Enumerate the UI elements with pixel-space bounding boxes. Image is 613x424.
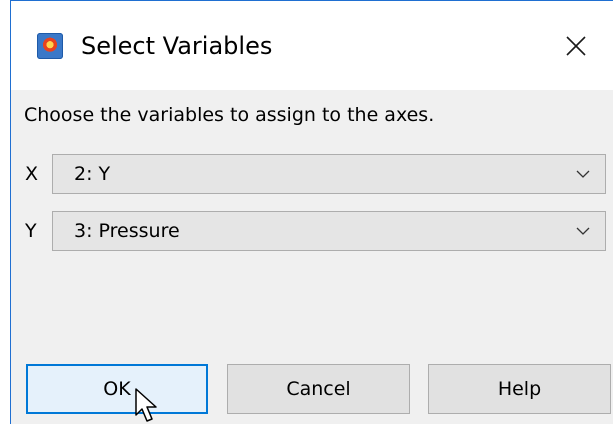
page: Select Variables Choose the variables to… [0,0,613,424]
close-button[interactable] [559,29,593,63]
ok-button[interactable]: OK [26,364,208,414]
close-icon [566,36,586,56]
instruction-text: Choose the variables to assign to the ax… [24,104,435,126]
title-bar[interactable]: Select Variables [11,1,613,90]
chevron-down-icon [575,168,591,180]
x-axis-variable-select[interactable]: 2: Y [52,154,606,194]
app-logo-icon [37,33,63,59]
chevron-down-icon [575,225,591,237]
help-button[interactable]: Help [428,364,611,414]
x-axis-label: X [25,163,39,185]
y-axis-label: Y [25,220,37,242]
dialog-body: Choose the variables to assign to the ax… [11,90,613,424]
y-axis-selected-value: 3: Pressure [74,220,180,242]
x-axis-selected-value: 2: Y [74,163,111,185]
y-axis-variable-select[interactable]: 3: Pressure [52,211,606,251]
cancel-button[interactable]: Cancel [227,364,410,414]
window-title: Select Variables [81,32,273,60]
select-variables-dialog: Select Variables Choose the variables to… [10,0,613,424]
